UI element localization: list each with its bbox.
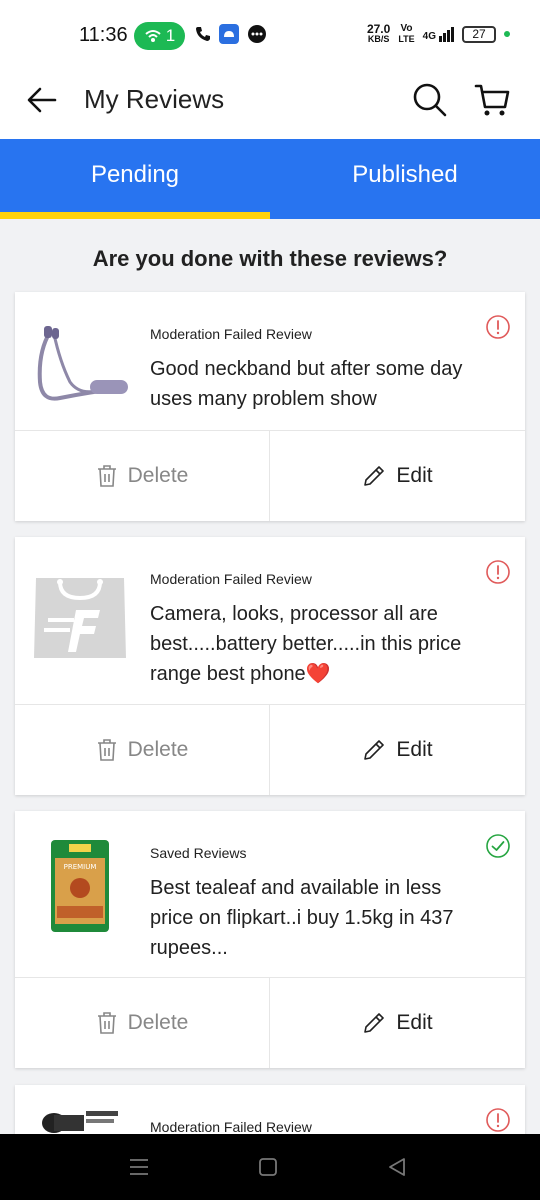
review-tabs: Pending Published <box>0 139 540 219</box>
volte-indicator: Vo LTE <box>398 23 415 45</box>
cart-icon <box>474 84 510 116</box>
placeholder-bag-image[interactable] <box>25 557 135 667</box>
wifi-hotspot-icon <box>145 30 161 42</box>
message-icon <box>248 25 266 43</box>
review-text: Best tealeaf and available in less price… <box>150 877 454 959</box>
tea-pack-image[interactable]: PREMIUM <box>25 831 135 941</box>
section-heading: Are you done with these reviews? <box>92 246 448 271</box>
page-title: My Reviews <box>84 84 225 114</box>
app-header: My Reviews <box>0 70 540 139</box>
review-status-label: Moderation Failed Review <box>150 1119 312 1135</box>
back-triangle-icon[interactable] <box>385 1155 409 1179</box>
review-actions: Delete Edit <box>15 978 525 1068</box>
pencil-icon <box>364 466 385 486</box>
arrow-left-icon <box>27 87 57 113</box>
battery-icon: 27 <box>462 25 496 43</box>
search-icon <box>413 83 447 117</box>
trash-icon <box>97 739 116 761</box>
neckband-image[interactable] <box>25 312 135 422</box>
delete-button[interactable]: Delete <box>15 705 270 795</box>
review-actions: Delete Edit <box>15 431 525 521</box>
review-card: PREMIUM Saved Reviews Best tealeaf and a… <box>15 811 525 1068</box>
edit-button[interactable]: Edit <box>270 705 525 795</box>
alert-icon <box>486 315 510 339</box>
review-status-label: Moderation Failed Review <box>150 571 312 587</box>
delete-button[interactable]: Delete <box>15 431 270 521</box>
review-card: Moderation Failed Review Camera, looks, … <box>15 537 525 795</box>
trash-icon <box>97 465 116 487</box>
status-bar: 11:36 1 27.0 KB/S Vo LTE 4G 27 <box>0 0 540 70</box>
privacy-dot <box>504 31 510 37</box>
hotspot-badge: 1 <box>134 22 185 50</box>
tab-published[interactable]: Published <box>270 139 540 219</box>
android-icon <box>219 24 239 44</box>
hotspot-count: 1 <box>165 26 176 45</box>
notification-icons <box>195 24 267 44</box>
review-text: Good neckband but after some day uses ma… <box>150 358 463 410</box>
review-status-label: Saved Reviews <box>150 845 247 861</box>
check-circle-icon <box>486 834 510 858</box>
edit-button[interactable]: Edit <box>270 431 525 521</box>
trash-icon <box>97 1012 116 1034</box>
review-card: Moderation Failed Review Good neckband b… <box>15 292 525 521</box>
back-button[interactable] <box>24 82 60 118</box>
tea-pack-label: PREMIUM <box>64 863 97 871</box>
menu-icon[interactable] <box>127 1155 151 1179</box>
alert-icon <box>486 1108 510 1132</box>
net-speed: 27.0 KB/S <box>366 22 391 44</box>
signal-icon: 4G <box>423 26 454 42</box>
review-text: Camera, looks, processor all are best...… <box>150 603 462 685</box>
search-button[interactable] <box>410 80 450 120</box>
system-nav-bar <box>0 1134 540 1200</box>
home-icon[interactable] <box>256 1155 280 1179</box>
delete-button[interactable]: Delete <box>15 978 270 1068</box>
cart-button[interactable] <box>472 80 512 120</box>
alert-icon <box>486 560 510 584</box>
edit-button[interactable]: Edit <box>270 978 525 1068</box>
phone-icon <box>196 27 210 41</box>
review-actions: Delete Edit <box>15 705 525 795</box>
review-status-label: Moderation Failed Review <box>150 326 312 342</box>
system-indicators: 27.0 KB/S Vo LTE 4G 27 <box>366 22 510 45</box>
tab-pending[interactable]: Pending <box>0 139 270 219</box>
pencil-icon <box>364 1013 385 1033</box>
status-time: 11:36 <box>79 24 128 46</box>
pencil-icon <box>364 740 385 760</box>
